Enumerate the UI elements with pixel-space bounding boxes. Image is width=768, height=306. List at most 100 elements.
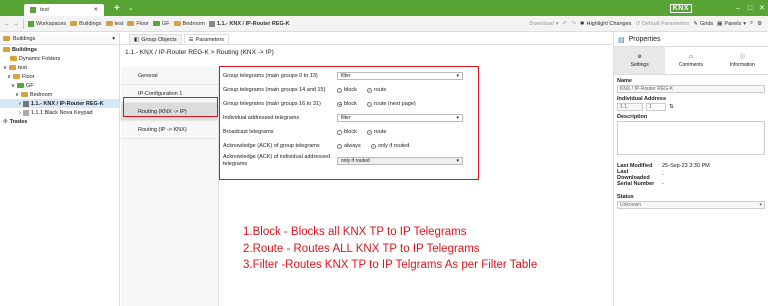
- device-icon: [22, 109, 29, 116]
- title-bar: test ✕ + ⌄ KNX – □ ✕: [0, 0, 768, 16]
- tab-comments[interactable]: ▭ Comments: [665, 47, 716, 74]
- last-modified-value: 25-Sep-23 3:30 PM: [662, 162, 710, 169]
- close-button[interactable]: ✕: [756, 4, 768, 12]
- param-row: Individual addressed telegrams filter ▾: [223, 111, 463, 125]
- radio-block[interactable]: block: [337, 87, 357, 93]
- close-tab-icon[interactable]: ✕: [93, 7, 98, 13]
- device-editor: ◧ Group Objects ☰ Parameters 1.1.- KNX / I…: [121, 33, 612, 306]
- chevron-down-icon[interactable]: ▾: [112, 36, 115, 42]
- folder-icon: [3, 47, 10, 52]
- parameters-icon: ☰: [188, 36, 194, 43]
- tree-item-trades[interactable]: ✣ Trades: [0, 117, 119, 126]
- chevron-down-icon[interactable]: ⌄: [128, 4, 134, 12]
- properties-panel: ▤ Properties ⚙ Settings ▭ Comments ⓘ Inform…: [613, 33, 768, 306]
- default-parameters-button[interactable]: ↺ Default Parameters: [635, 21, 689, 27]
- device-icon: [208, 20, 215, 27]
- buildings-panel: Buildings ▾ Buildings Dynamic Folders ∨ …: [0, 33, 120, 306]
- radio-block[interactable]: block: [337, 129, 357, 135]
- tree-item-dynamic-folders[interactable]: Dynamic Folders: [0, 54, 119, 63]
- back-button[interactable]: ←: [4, 21, 10, 27]
- radio-route[interactable]: route: [366, 129, 386, 135]
- description-field[interactable]: [617, 121, 765, 155]
- gear-icon: ⚙: [637, 53, 642, 60]
- knx-logo: KNX: [669, 3, 692, 13]
- folder-icon: [13, 74, 21, 79]
- group-objects-icon: ◧: [134, 36, 140, 43]
- radio-route[interactable]: route: [366, 87, 386, 93]
- chevron-down-icon: ▾: [759, 202, 762, 208]
- tree-item-gf[interactable]: ∨ GF: [0, 81, 119, 90]
- undo-button[interactable]: ↶: [563, 21, 568, 27]
- note-route: 2.Route - Routes ALL KNX TP to IP Telegr…: [243, 242, 480, 255]
- page-general[interactable]: General: [121, 67, 218, 85]
- chevron-down-icon: ▾: [456, 73, 459, 79]
- description-label: Description: [617, 114, 648, 120]
- folder-icon: [10, 56, 17, 61]
- search-icon[interactable]: ⌕: [750, 20, 753, 27]
- page-routing-ip-knx[interactable]: Routing (IP -> KNX): [121, 121, 218, 139]
- workspace-icon: [28, 20, 34, 27]
- breadcrumb-test[interactable]: test: [105, 21, 123, 27]
- breadcrumb-floor[interactable]: Floor: [127, 21, 149, 27]
- tree-item-keypad[interactable]: › 1.1.1 Black Nova Keypad: [0, 108, 119, 117]
- status-select[interactable]: Unknown ▾: [617, 201, 765, 209]
- radio-only-if-routed[interactable]: only if routed: [370, 143, 409, 149]
- address-field[interactable]: 1: [646, 103, 666, 111]
- name-field[interactable]: KNX / IP-Router REG-K: [617, 85, 765, 93]
- param-row: Group telegrams (main groups 16 to 31) b…: [223, 100, 416, 108]
- grids-button[interactable]: ✎ Grids: [693, 21, 713, 27]
- trades-icon: ✣: [3, 118, 8, 125]
- note-filter: 3.Filter -Routes KNX TP to IP Telgrams A…: [243, 259, 538, 271]
- settings-icon[interactable]: ⚙: [757, 21, 762, 27]
- download-button[interactable]: Download ▾: [529, 21, 558, 27]
- tab-settings[interactable]: ⚙ Settings: [614, 47, 666, 74]
- new-tab-button[interactable]: +: [114, 3, 120, 14]
- project-icon: [30, 7, 36, 13]
- tab-group-objects[interactable]: ◧ Group Objects: [129, 34, 182, 44]
- radio-always[interactable]: always: [337, 143, 361, 149]
- tree-item-floor[interactable]: ∨ Floor: [0, 72, 119, 81]
- address-prefix: 1.1.: [617, 103, 643, 111]
- folder-icon: [105, 21, 113, 26]
- minimize-button[interactable]: –: [732, 5, 744, 12]
- radio-route-next-page[interactable]: route (next page): [366, 101, 416, 107]
- serial-number-value: -: [662, 180, 664, 187]
- group-telegrams-0-13-select[interactable]: filter ▾: [337, 72, 463, 80]
- workspace-button[interactable]: Workspaces: [28, 20, 66, 27]
- forward-button[interactable]: →: [14, 21, 20, 27]
- ack-individual-select[interactable]: only if routed ▾: [337, 157, 463, 165]
- folder-icon: [17, 83, 25, 88]
- individual-telegrams-select[interactable]: filter ▾: [337, 114, 463, 122]
- folder-icon: [173, 21, 181, 26]
- folder-icon: [70, 21, 78, 26]
- folder-icon: [21, 92, 29, 97]
- project-tab[interactable]: test ✕: [24, 4, 104, 16]
- param-row: Acknowledge (ACK) of group telegrams alw…: [223, 142, 410, 150]
- building-tree: Buildings Dynamic Folders ∨ test ∨ Floor…: [0, 45, 119, 126]
- highlight-box-nav: [123, 97, 218, 117]
- breadcrumb-device[interactable]: 1.1.- KNX / IP-Router REG-K: [208, 20, 290, 27]
- redo-button[interactable]: ↷: [571, 21, 576, 27]
- last-downloaded-value: -: [662, 171, 664, 178]
- toolbar: ← → Workspaces Buildings test Floor GF B…: [0, 16, 768, 32]
- stepper-icon[interactable]: ⇅: [669, 104, 674, 110]
- tree-item-bedroom[interactable]: ∨ Bedroom: [0, 90, 119, 99]
- page-title: 1.1.- KNX / IP-Router REG-K > Routing (K…: [125, 48, 274, 56]
- breadcrumb-gf[interactable]: GF: [152, 21, 170, 27]
- panels-button[interactable]: ▦ Panels ▾: [717, 21, 746, 27]
- folder-icon: [9, 65, 17, 70]
- tree-item-buildings[interactable]: Buildings: [0, 45, 119, 54]
- breadcrumb-buildings[interactable]: Buildings: [70, 21, 102, 27]
- chevron-down-icon: ▾: [456, 158, 459, 164]
- device-icon: [22, 100, 29, 107]
- radio-block[interactable]: block: [337, 101, 357, 107]
- breadcrumb-bedroom[interactable]: Bedroom: [173, 21, 205, 27]
- address-label: Individual Address: [617, 96, 667, 102]
- tree-item-router[interactable]: › 1.1.- KNX / IP-Router REG-K: [0, 99, 119, 108]
- info-icon: ⓘ: [739, 54, 745, 60]
- tab-information[interactable]: ⓘ Information: [717, 47, 768, 74]
- maximize-button[interactable]: □: [744, 5, 756, 12]
- tab-parameters[interactable]: ☰ Parameters: [183, 34, 230, 44]
- tree-item-test[interactable]: ∨ test: [0, 63, 119, 72]
- highlight-changes-button[interactable]: ✱ Highlight Changes: [580, 21, 632, 27]
